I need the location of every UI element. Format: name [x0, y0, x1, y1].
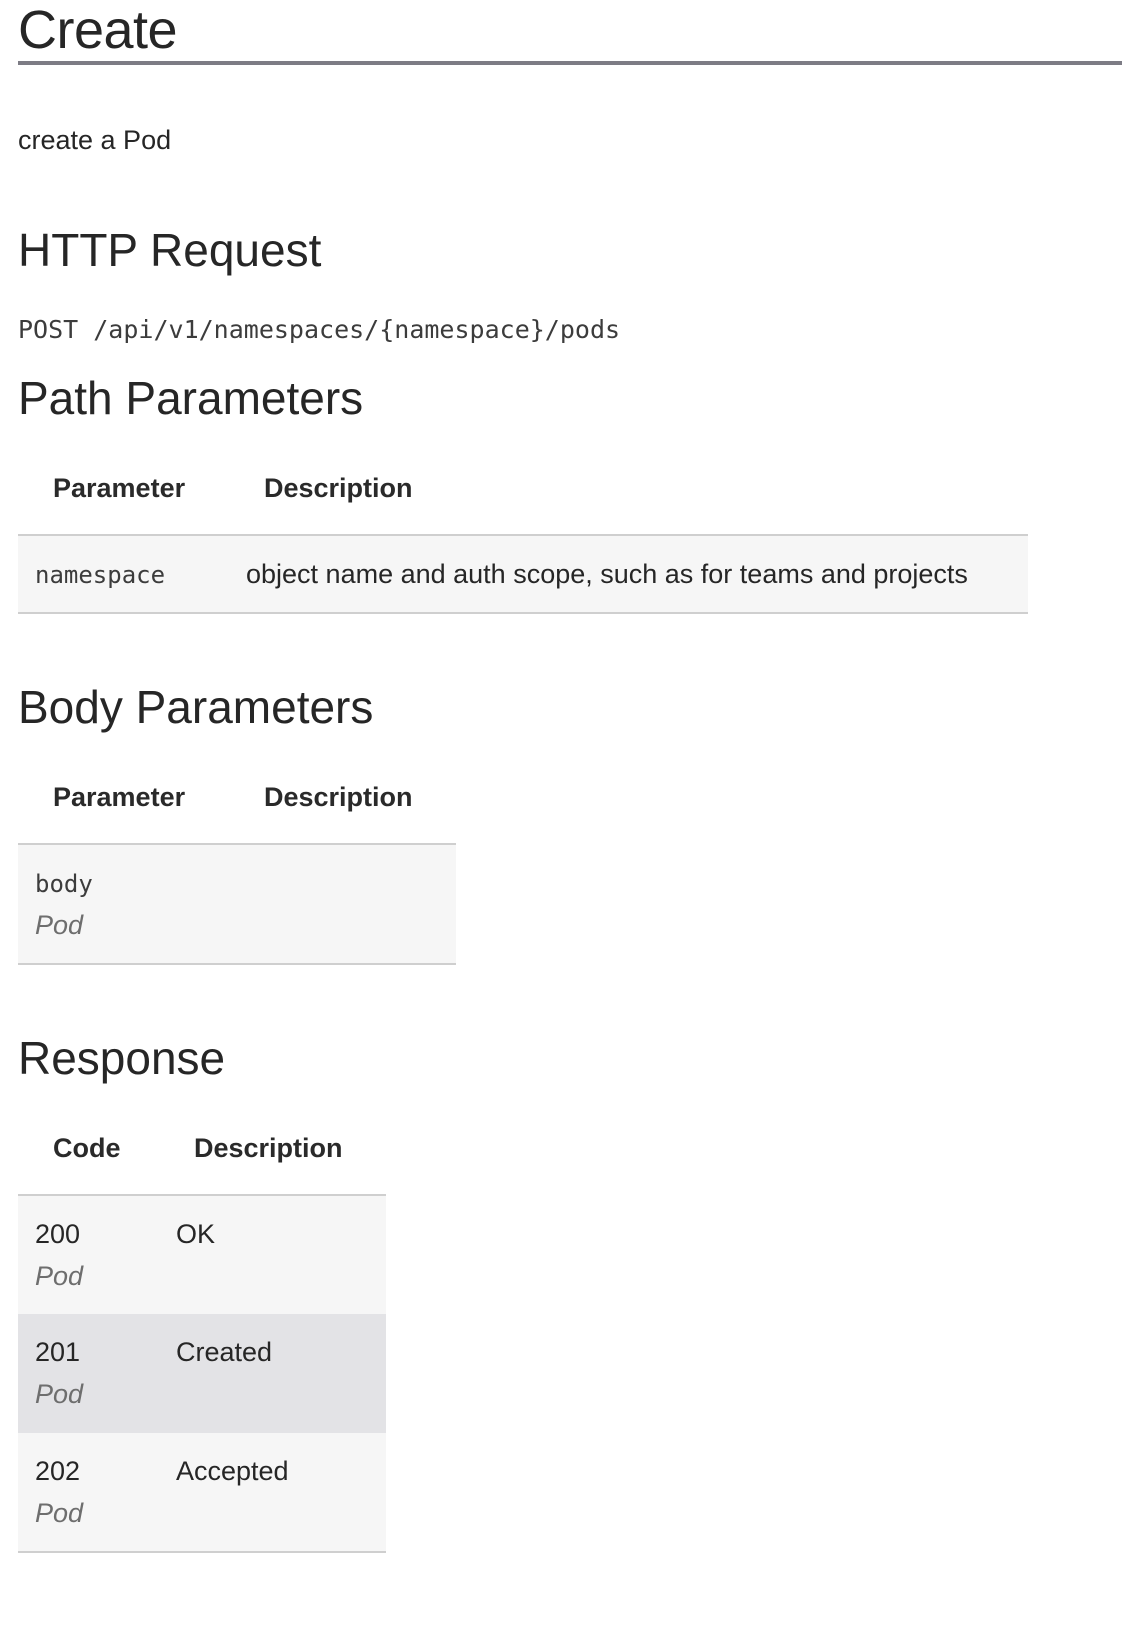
endpoint-path: POST /api/v1/namespaces/{namespace}/pods — [18, 315, 621, 344]
column-header-code: Code — [53, 1133, 121, 1163]
table-bottom-rule — [18, 612, 1028, 614]
response-type: Pod — [35, 1498, 84, 1528]
column-header-parameter: Parameter — [53, 473, 186, 503]
table-bottom-rule — [18, 963, 456, 965]
table-row: 201 Pod Created — [18, 1314, 386, 1433]
parameter-name: body — [35, 870, 93, 898]
title-divider — [18, 61, 1122, 65]
response-code: 202 — [35, 1456, 81, 1486]
table-row: body Pod — [18, 845, 456, 963]
table-row: namespace object name and auth scope, su… — [18, 536, 1028, 612]
column-header-description: Description — [194, 1133, 343, 1163]
table-row: 200 Pod OK — [18, 1196, 386, 1314]
body-parameters-heading: Body Parameters — [18, 681, 374, 733]
response-description: Accepted — [176, 1456, 289, 1486]
table-bottom-rule — [18, 1551, 386, 1553]
intro-text: create a Pod — [18, 125, 172, 155]
response-table: Code Description 200 Pod OK 201 Pod Crea… — [18, 1120, 386, 1560]
body-parameters-table: Parameter Description body Pod — [18, 769, 456, 969]
page-title: Create — [18, 0, 178, 60]
path-parameters-heading: Path Parameters — [18, 372, 364, 424]
response-type: Pod — [35, 1379, 84, 1409]
response-code: 200 — [35, 1219, 81, 1249]
column-header-parameter: Parameter — [53, 782, 186, 812]
path-parameters-table: Parameter Description namespace object n… — [18, 460, 1028, 616]
column-header-description: Description — [264, 782, 413, 812]
response-description: OK — [176, 1219, 216, 1249]
column-header-description: Description — [264, 473, 413, 503]
response-heading: Response — [18, 1032, 226, 1084]
response-description: Created — [176, 1337, 273, 1367]
parameter-type: Pod — [35, 910, 84, 940]
response-code: 201 — [35, 1337, 81, 1367]
http-request-heading: HTTP Request — [18, 224, 322, 276]
parameter-name: namespace — [35, 561, 166, 589]
response-type: Pod — [35, 1261, 84, 1291]
parameter-description: object name and auth scope, such as for … — [246, 559, 968, 589]
table-row: 202 Pod Accepted — [18, 1433, 386, 1551]
